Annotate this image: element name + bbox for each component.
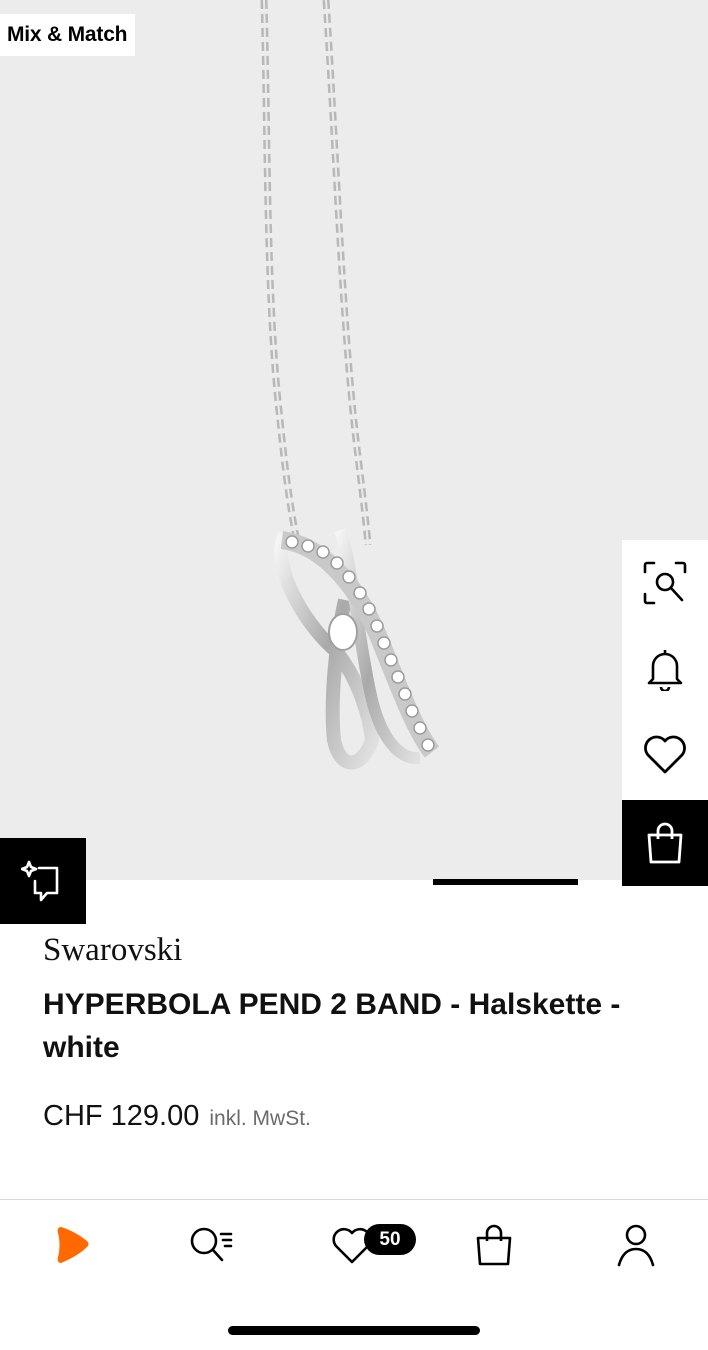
wishlist-count-badge: 50 [364,1224,416,1255]
product-image [260,0,440,770]
bag-icon [476,1224,512,1266]
tabbar-divider [0,1199,708,1200]
add-to-bag-button[interactable] [622,800,708,886]
heart-icon [644,735,686,774]
badge-label: Mix & Match [7,23,128,46]
account-icon [617,1224,655,1267]
tab-account[interactable] [606,1215,666,1275]
shopping-bag-icon [647,822,683,864]
price-alert-button[interactable] [622,626,708,712]
brand-name[interactable]: Swarovski [43,932,182,969]
product-image-gallery[interactable]: Mix & Match [0,0,708,880]
tab-search[interactable] [182,1215,242,1275]
home-indicator [228,1326,480,1335]
gallery-position-indicator [433,879,578,885]
visual-search-icon [643,561,687,605]
bell-icon [647,650,683,691]
tab-bag[interactable] [464,1215,524,1275]
style-suggestions-button[interactable] [0,838,86,924]
tab-home[interactable] [41,1215,101,1275]
product-title: HYPERBOLA PEND 2 BAND - Halskette - whit… [43,988,621,1064]
product-actions-bar [622,540,708,886]
zalando-home-icon [57,1227,89,1263]
product-price: CHF 129.00 [43,1100,200,1132]
vat-note: inkl. MwSt. [209,1107,311,1130]
sparkle-frame-icon [21,860,59,902]
mix-and-match-badge: Mix & Match [0,14,136,56]
price-row: CHF 129.00 inkl. MwSt. [43,1100,311,1133]
search-icon [190,1227,233,1262]
visual-search-button[interactable] [622,540,708,626]
wishlist-add-button[interactable] [622,712,708,798]
